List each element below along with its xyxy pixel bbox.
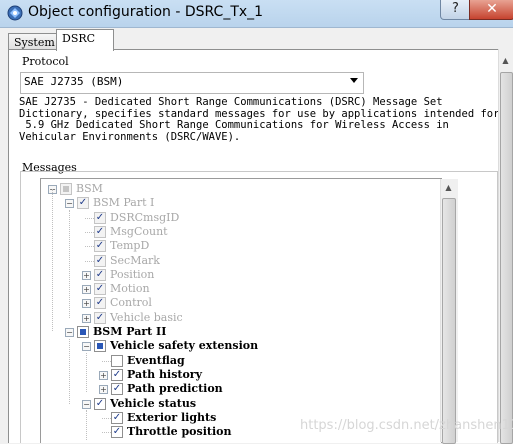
expand-icon[interactable]: +	[99, 385, 108, 394]
tree-checkbox[interactable]	[60, 183, 72, 195]
tree-checkbox[interactable]: ✓	[94, 283, 106, 295]
tree-item-label: Control	[110, 296, 152, 309]
tree-item-label: BSM Part I	[93, 196, 155, 209]
expand-icon[interactable]: +	[82, 271, 91, 280]
window-title: Object configuration - DSRC_Tx_1	[28, 4, 264, 20]
tree-checkbox[interactable]: ✓	[94, 240, 106, 252]
tree-connector	[102, 432, 111, 433]
tree-checkbox[interactable]: ✓	[111, 369, 123, 381]
tree-item-label: BSM Part II	[93, 325, 167, 338]
tree-item-label: Vehicle basic	[110, 311, 183, 324]
tree-connector	[85, 246, 94, 247]
tree-item-label: Motion	[110, 282, 150, 295]
tree-item-label: Vehicle status	[110, 397, 197, 410]
tree-scrollbar-thumb[interactable]	[442, 198, 456, 444]
tree-checkbox[interactable]: ✓	[94, 297, 106, 309]
tree-connector	[69, 210, 70, 318]
scroll-up-icon[interactable]: ▲	[499, 55, 512, 67]
expand-icon[interactable]: +	[99, 371, 108, 380]
tree-checkbox[interactable]	[77, 326, 89, 338]
collapse-icon[interactable]: −	[65, 328, 74, 337]
collapse-icon[interactable]: −	[65, 199, 74, 208]
tab-dsrc[interactable]: DSRC	[56, 29, 114, 51]
tree-connector	[69, 339, 70, 404]
tree-item-label: Exterior lights	[127, 411, 217, 424]
tab-strip: System DSRC	[0, 27, 513, 51]
tree-item-label: Throttle position	[127, 425, 232, 438]
tree-connector	[102, 361, 111, 362]
tree-item-label: Path history	[127, 368, 202, 381]
collapse-icon[interactable]: −	[82, 400, 91, 409]
scroll-up-icon[interactable]: ▲	[441, 181, 456, 195]
help-button[interactable]: ?	[440, 0, 471, 20]
tree-checkbox[interactable]: ✓	[111, 383, 123, 395]
protocol-label: Protocol	[22, 55, 69, 68]
tree-connector	[86, 410, 87, 440]
tree-item-label: Path prediction	[127, 382, 223, 395]
tree-checkbox[interactable]	[111, 355, 123, 367]
tree-connector	[85, 218, 94, 219]
chevron-down-icon[interactable]	[350, 78, 358, 83]
tree-item-label: Position	[110, 268, 155, 281]
collapse-icon[interactable]: −	[82, 342, 91, 351]
tree-connector	[102, 418, 111, 419]
tree-item-label: BSM	[76, 182, 103, 195]
app-icon	[7, 5, 23, 21]
tree-connector	[86, 353, 87, 392]
tree-checkbox[interactable]: ✓	[94, 226, 106, 238]
tree-checkbox[interactable]: ✓	[94, 212, 106, 224]
tree-checkbox[interactable]: ✓	[94, 312, 106, 324]
tree-checkbox[interactable]: ✓	[94, 255, 106, 267]
tree-checkbox[interactable]: ✓	[111, 412, 123, 424]
close-button[interactable]: ✕	[469, 0, 513, 20]
protocol-description: SAE J2735 - Dedicated Short Range Commun…	[19, 96, 500, 143]
tree-item-label: DSRCmsgID	[110, 211, 180, 224]
tree-checkbox[interactable]: ✓	[111, 426, 123, 438]
tree-checkbox[interactable]: ✓	[77, 197, 89, 209]
tree-checkbox[interactable]: ✓	[94, 269, 106, 281]
tree-connector	[52, 189, 53, 331]
expand-icon[interactable]: +	[82, 314, 91, 323]
tree-item-label: Eventflag	[127, 354, 185, 367]
tree-item-label: TempD	[110, 239, 150, 252]
panel-scrollbar-thumb[interactable]	[500, 72, 513, 444]
protocol-selected-value: SAE J2735 (BSM)	[24, 75, 124, 88]
tab-system[interactable]: System	[8, 33, 61, 50]
tree-item-label: MsgCount	[110, 225, 168, 238]
tree-connector	[85, 232, 94, 233]
expand-icon[interactable]: +	[82, 299, 91, 308]
tree-connector	[85, 261, 94, 262]
tree-item-label: Vehicle safety extension	[110, 339, 259, 352]
tree-item-label: SecMark	[110, 254, 160, 267]
expand-icon[interactable]: +	[82, 285, 91, 294]
watermark: https://blog.csdn.net/zhanshen112	[300, 418, 513, 433]
tree-checkbox[interactable]	[94, 340, 106, 352]
tree-checkbox[interactable]: ✓	[94, 398, 106, 410]
